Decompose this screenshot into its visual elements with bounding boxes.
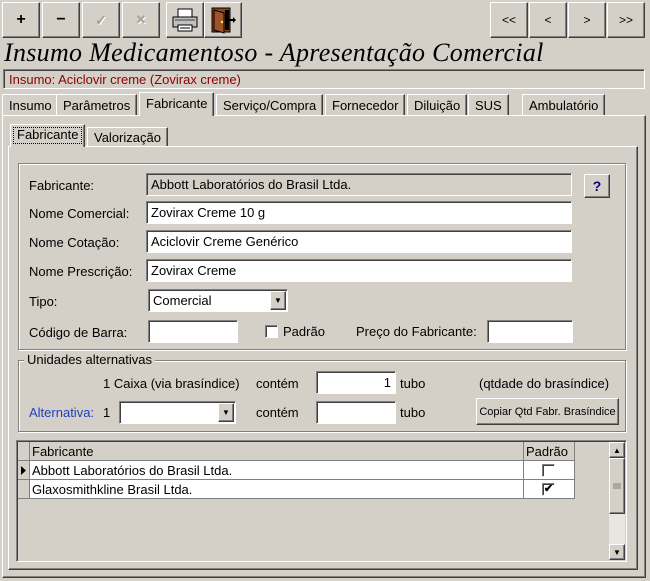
insumo-text: Insumo: Aciclovir creme (Zovirax creme) (9, 72, 241, 87)
nome-prescricao-label: Nome Prescrição: (29, 264, 133, 279)
tab-label: Ambulatório (529, 98, 599, 113)
tab-label: Fabricante (146, 96, 208, 111)
previous-record-button[interactable]: < (529, 2, 567, 38)
table-row-fabricante[interactable]: Glaxosmithkline Brasil Ltda. (30, 480, 524, 499)
tab-parametros[interactable]: Parâmetros (56, 94, 138, 116)
row-indicator (18, 461, 30, 480)
table-row-fabricante[interactable]: Abbott Laboratórios do Brasil Ltda. (30, 461, 524, 480)
alternativa-dropdown-button[interactable]: ▼ (218, 403, 234, 422)
preco-fabricante-label: Preço do Fabricante: (356, 324, 477, 339)
remove-button[interactable]: − (42, 2, 80, 38)
qtd-alternativa-input[interactable] (316, 401, 396, 424)
qtd-brasindice-input[interactable]: 1 (316, 371, 396, 394)
contem-label: contém (256, 405, 299, 420)
tab-insumo[interactable]: Insumo (2, 94, 59, 116)
row-indicator-header (18, 442, 30, 461)
help-button[interactable]: ? (584, 174, 610, 198)
tipo-value: Comercial (153, 293, 212, 308)
current-row-icon (21, 466, 26, 475)
add-label: + (16, 11, 26, 28)
tab-diluicao[interactable]: Diluição (407, 94, 468, 116)
column-header-fabricante[interactable]: Fabricante (30, 442, 524, 461)
next-record-button[interactable]: > (568, 2, 606, 38)
exit-door-icon (211, 7, 236, 34)
tab-label: Fabricante (17, 127, 79, 142)
chevron-down-icon: ▼ (613, 547, 621, 557)
fabricante-label: Fabricante: (29, 178, 95, 193)
qtdade-note: (qtdade do brasíndice) (479, 376, 610, 391)
contem-label: contém (256, 376, 299, 391)
column-header-padrao[interactable]: Padrão (524, 442, 575, 461)
tab-label: Fornecedor (332, 98, 399, 113)
tipo-label: Tipo: (29, 294, 58, 309)
copiar-qtd-label: Copiar Qtd Fabr. Brasíndice (479, 405, 616, 418)
next-label: > (583, 13, 591, 27)
first-label: << (501, 13, 516, 27)
tab-label: Diluição (414, 98, 461, 113)
help-icon: ? (592, 178, 602, 194)
tubo-label: tubo (400, 376, 426, 391)
tipo-dropdown-button[interactable]: ▼ (270, 291, 286, 310)
tab-ambulatorio[interactable]: Ambulatório (522, 94, 606, 116)
insumo-info: Insumo: Aciclovir creme (Zovirax creme) (3, 69, 645, 89)
caixa-brasindice-label: 1 Caixa (via brasíndice) (103, 376, 240, 391)
copiar-qtd-button[interactable]: Copiar Qtd Fabr. Brasíndice (476, 398, 619, 425)
grip-icon (613, 483, 621, 489)
remove-label: − (56, 11, 66, 28)
tab-label: Parâmetros (63, 98, 131, 113)
print-button[interactable] (166, 2, 204, 38)
padrao-row-checkbox[interactable] (542, 464, 555, 477)
tab-fornecedor[interactable]: Fornecedor (325, 94, 406, 116)
nome-cotacao-input[interactable]: Aciclovir Creme Genérico (146, 230, 572, 253)
codigo-barra-input[interactable] (148, 320, 238, 343)
tab-label: Serviço/Compra (223, 98, 317, 113)
scroll-thumb[interactable] (609, 458, 625, 514)
tab-label: Insumo (9, 98, 52, 113)
chevron-down-icon: ▼ (222, 408, 230, 417)
fabricante-field: Abbott Laboratórios do Brasil Ltda. (146, 173, 572, 196)
preco-fabricante-input[interactable] (487, 320, 573, 343)
tab-label: Valorização (94, 130, 161, 145)
padrao-label: Padrão (283, 324, 325, 339)
table-row-padrao[interactable]: ✔ (524, 480, 575, 499)
tab-sus[interactable]: SUS (468, 94, 509, 116)
chevron-up-icon: ▲ (613, 445, 621, 455)
subtab-valorizacao[interactable]: Valorização (87, 127, 168, 147)
tipo-select[interactable]: Comercial (148, 289, 288, 312)
nome-comercial-label: Nome Comercial: (29, 206, 130, 221)
add-button[interactable]: + (2, 2, 40, 38)
scroll-up-button[interactable]: ▲ (609, 442, 625, 458)
confirm-button[interactable]: ✓ (82, 2, 120, 38)
tab-fabricante[interactable]: Fabricante (139, 92, 215, 116)
nome-comercial-input[interactable]: Zovirax Creme 10 g (146, 201, 572, 224)
tab-servico-compra[interactable]: Serviço/Compra (216, 94, 324, 116)
codigo-barra-label: Código de Barra: (29, 325, 128, 340)
last-label: >> (618, 13, 633, 27)
alternativa-label: Alternativa: (29, 405, 95, 420)
first-record-button[interactable]: << (490, 2, 528, 38)
last-record-button[interactable]: >> (607, 2, 645, 38)
table-row-padrao[interactable] (524, 461, 575, 480)
prev-label: < (544, 13, 552, 27)
page-title: Insumo Medicamentoso - Apresentação Come… (4, 38, 544, 67)
exit-button[interactable] (204, 2, 242, 38)
nome-prescricao-input[interactable]: Zovirax Creme (146, 259, 572, 282)
cancel-icon: ✕ (135, 12, 147, 27)
scroll-down-button[interactable]: ▼ (609, 544, 625, 560)
subtab-fabricante[interactable]: Fabricante (10, 124, 86, 147)
chevron-down-icon: ▼ (274, 296, 282, 305)
unidades-legend: Unidades alternativas (24, 352, 156, 367)
padrao-checkbox[interactable] (265, 325, 278, 338)
tab-label: SUS (475, 98, 502, 113)
confirm-icon: ✓ (95, 11, 107, 28)
padrao-row-checkbox[interactable]: ✔ (542, 483, 555, 496)
cancel-button[interactable]: ✕ (122, 2, 160, 38)
tubo-label: tubo (400, 405, 426, 420)
printer-icon (172, 8, 198, 32)
alternativa-number: 1 (103, 405, 111, 420)
nome-cotacao-label: Nome Cotação: (29, 235, 120, 250)
row-indicator (18, 480, 30, 499)
